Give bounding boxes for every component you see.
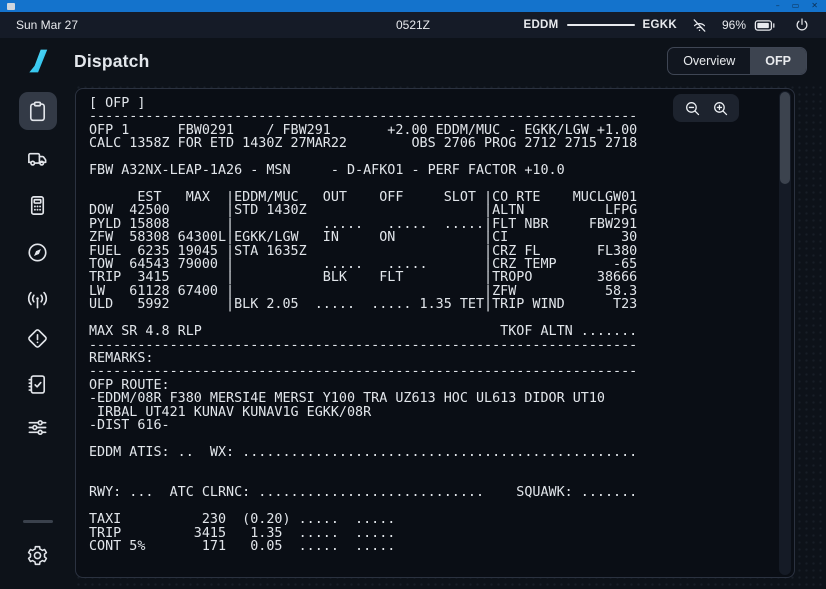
sidebar-item-navigation[interactable] <box>19 233 57 271</box>
ofp-text: [ OFP ] --------------------------------… <box>76 89 794 553</box>
route-origin: EDDM <box>523 19 558 31</box>
tab-ofp[interactable]: OFP <box>750 48 806 74</box>
battery-icon <box>754 19 776 32</box>
compass-icon <box>26 241 49 264</box>
route-progress-line <box>567 24 635 26</box>
window-close-button[interactable]: ✕ <box>811 0 818 12</box>
sidebar-item-dispatch[interactable] <box>19 92 57 130</box>
sidebar-nav <box>0 84 75 589</box>
flight-route-indicator: EDDM EGKK <box>523 19 677 31</box>
zoom-controls <box>673 94 739 122</box>
scrollbar-track[interactable] <box>779 91 791 575</box>
sidebar-item-presets[interactable] <box>19 408 57 446</box>
sliders-icon <box>26 416 49 439</box>
window-maximize-button[interactable]: ▭ <box>792 0 800 12</box>
calculator-icon <box>26 194 49 217</box>
route-destination: EGKK <box>643 19 677 31</box>
sidebar-item-atc[interactable] <box>19 280 57 318</box>
window-app-icon <box>7 3 15 10</box>
tab-overview[interactable]: Overview <box>668 48 750 74</box>
broadcast-icon <box>26 288 49 311</box>
sidebar-item-checklists[interactable] <box>19 365 57 403</box>
gear-icon <box>26 544 49 567</box>
scrollbar-thumb[interactable] <box>780 92 790 184</box>
sidebar-divider <box>23 520 53 523</box>
wifi-off-icon <box>691 17 708 34</box>
app-header: Dispatch Overview OFP <box>0 38 826 84</box>
clipboard-icon <box>26 100 49 123</box>
sidebar-item-settings[interactable] <box>19 536 57 574</box>
window-minimize-button[interactable]: – <box>776 0 780 12</box>
window-titlebar: – ▭ ✕ <box>0 0 826 12</box>
main-area: [ OFP ] --------------------------------… <box>75 84 826 589</box>
ofp-panel: [ OFP ] --------------------------------… <box>75 88 795 578</box>
sidebar-item-performance[interactable] <box>19 186 57 224</box>
zoom-out-button[interactable] <box>680 97 704 119</box>
view-tabs: Overview OFP <box>667 47 807 75</box>
status-bar: Sun Mar 27 0521Z EDDM EGKK 96% <box>0 12 826 38</box>
airline-tail-logo-icon <box>28 48 49 74</box>
warning-diamond-icon <box>26 327 49 350</box>
status-date: Sun Mar 27 <box>16 18 176 32</box>
truck-icon <box>26 147 49 170</box>
page-title: Dispatch <box>74 51 150 72</box>
power-button[interactable] <box>794 17 810 33</box>
sidebar-item-failures[interactable] <box>19 319 57 357</box>
battery-percent: 96% <box>722 18 746 32</box>
checklist-icon <box>26 373 49 396</box>
sidebar-item-ground[interactable] <box>19 139 57 177</box>
zoom-in-button[interactable] <box>708 97 732 119</box>
